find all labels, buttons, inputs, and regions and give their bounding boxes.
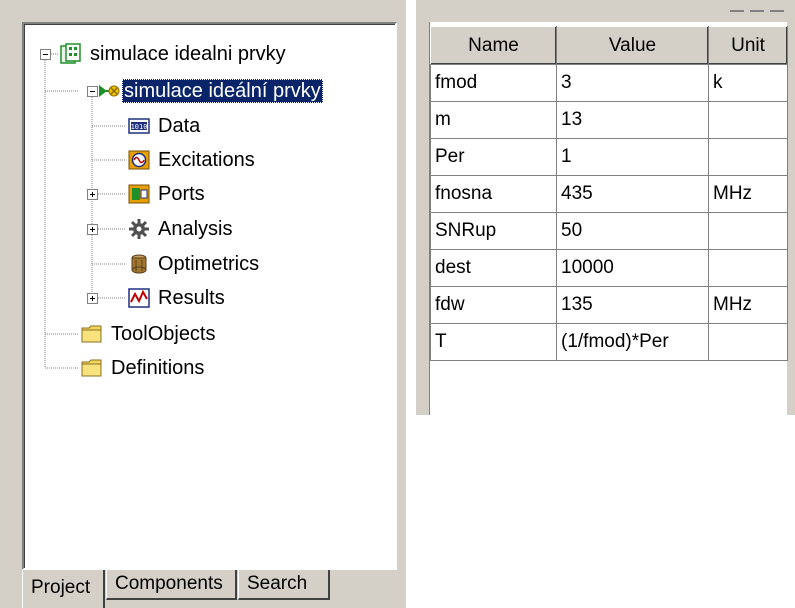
- grid-left-border: [416, 22, 430, 415]
- data-icon: 1010: [128, 118, 150, 134]
- value-cell[interactable]: 13: [556, 101, 709, 139]
- tree-item-label: simulace ideální prvky: [122, 79, 323, 103]
- grid-right-border: [787, 22, 795, 415]
- tree-item-label: Data: [158, 115, 201, 137]
- project-tree[interactable]: simulace idealni prvky simulace ideální …: [22, 22, 397, 570]
- tree-item-results[interactable]: Results: [128, 285, 227, 311]
- results-icon: [128, 288, 150, 308]
- gear-icon: [129, 219, 149, 239]
- unit-cell[interactable]: [708, 249, 788, 287]
- tree-item-analysis[interactable]: Analysis: [128, 216, 234, 242]
- tree-item-label: Analysis: [158, 218, 233, 240]
- tree-item-ports[interactable]: Ports: [128, 181, 207, 207]
- properties-titlebar: [416, 0, 795, 22]
- column-header-value[interactable]: Value: [556, 26, 709, 65]
- value-cell[interactable]: (1/fmod)*Per: [556, 323, 709, 361]
- tree-item-data[interactable]: 1010 Data: [128, 113, 202, 139]
- value-cell[interactable]: 50: [556, 212, 709, 250]
- table-row[interactable]: T (1/fmod)*Per: [430, 323, 788, 361]
- unit-cell[interactable]: [708, 101, 788, 139]
- table-row[interactable]: fnosna 435 MHz: [430, 175, 788, 213]
- name-cell[interactable]: SNRup: [430, 212, 557, 250]
- unit-cell[interactable]: [708, 138, 788, 176]
- table-row[interactable]: Per 1: [430, 138, 788, 176]
- expand-root-icon[interactable]: [40, 49, 51, 60]
- name-cell[interactable]: T: [430, 323, 557, 361]
- value-cell[interactable]: 435: [556, 175, 709, 213]
- table-row[interactable]: SNRup 50: [430, 212, 788, 250]
- column-header-name[interactable]: Name: [430, 26, 557, 65]
- tab-search[interactable]: Search: [238, 570, 330, 600]
- restore-icon[interactable]: [750, 10, 764, 12]
- tree-item-label: Ports: [158, 183, 205, 205]
- folder-icon: [81, 359, 102, 377]
- column-header-unit[interactable]: Unit: [708, 26, 788, 65]
- expand-design-icon[interactable]: [87, 86, 98, 97]
- table-row[interactable]: fmod 3 k: [430, 64, 788, 102]
- folder-icon: [81, 325, 102, 343]
- name-cell[interactable]: dest: [430, 249, 557, 287]
- tree-item-optimetrics[interactable]: Optimetrics: [128, 251, 261, 277]
- properties-panel: Name Value Unit fmod 3 k m 13 Per 1 fnos…: [416, 0, 795, 415]
- table-row[interactable]: dest 10000: [430, 249, 788, 287]
- tree-item-label: Optimetrics: [158, 253, 260, 275]
- tree-item-label: Excitations: [158, 149, 255, 171]
- tab-label: Components: [115, 573, 223, 594]
- name-cell[interactable]: fnosna: [430, 175, 557, 213]
- tree-item-label: Definitions: [111, 357, 205, 379]
- name-cell[interactable]: fmod: [430, 64, 557, 102]
- tab-components[interactable]: Components: [106, 570, 237, 600]
- optimetrics-icon: [131, 254, 147, 274]
- unit-cell[interactable]: k: [708, 64, 788, 102]
- expand-results-icon[interactable]: [87, 293, 98, 304]
- project-panel: simulace idealni prvky simulace ideální …: [0, 0, 406, 608]
- name-cell[interactable]: fdw: [430, 286, 557, 324]
- tree-item-label: Results: [158, 287, 225, 309]
- tree-item-label: ToolObjects: [111, 323, 216, 345]
- tree-item-definitions[interactable]: Definitions: [81, 355, 206, 381]
- expand-analysis-icon[interactable]: [87, 224, 98, 235]
- design-icon: [99, 85, 120, 97]
- ports-icon: [128, 184, 150, 204]
- unit-cell[interactable]: MHz: [708, 286, 788, 324]
- value-cell[interactable]: 1: [556, 138, 709, 176]
- expand-ports-icon[interactable]: [87, 189, 98, 200]
- tree-item-toolobjects[interactable]: ToolObjects: [81, 321, 218, 347]
- value-cell[interactable]: 10000: [556, 249, 709, 287]
- properties-table[interactable]: Name Value Unit fmod 3 k m 13 Per 1 fnos…: [430, 26, 788, 361]
- tree-item-excitations[interactable]: Excitations: [128, 147, 257, 173]
- tab-project[interactable]: Project: [22, 570, 105, 608]
- svg-text:1010: 1010: [131, 123, 148, 131]
- project-icon: [60, 43, 81, 64]
- name-cell[interactable]: m: [430, 101, 557, 139]
- close-icon[interactable]: [770, 10, 784, 12]
- excitations-icon: [128, 150, 150, 170]
- tree-item-design[interactable]: simulace ideální prvky: [98, 78, 323, 104]
- value-cell[interactable]: 3: [556, 64, 709, 102]
- table-row[interactable]: m 13: [430, 101, 788, 139]
- value-cell[interactable]: 135: [556, 286, 709, 324]
- minimize-icon[interactable]: [730, 10, 744, 12]
- name-cell[interactable]: Per: [430, 138, 557, 176]
- unit-cell[interactable]: [708, 212, 788, 250]
- table-row[interactable]: fdw 135 MHz: [430, 286, 788, 324]
- tab-label: Project: [31, 577, 91, 598]
- unit-cell[interactable]: MHz: [708, 175, 788, 213]
- tab-label: Search: [247, 573, 308, 594]
- table-header-row: Name Value Unit: [430, 26, 788, 65]
- tree-item-project[interactable]: simulace idealni prvky: [60, 41, 288, 67]
- tree-item-label: simulace idealni prvky: [90, 43, 286, 65]
- unit-cell[interactable]: [708, 323, 788, 361]
